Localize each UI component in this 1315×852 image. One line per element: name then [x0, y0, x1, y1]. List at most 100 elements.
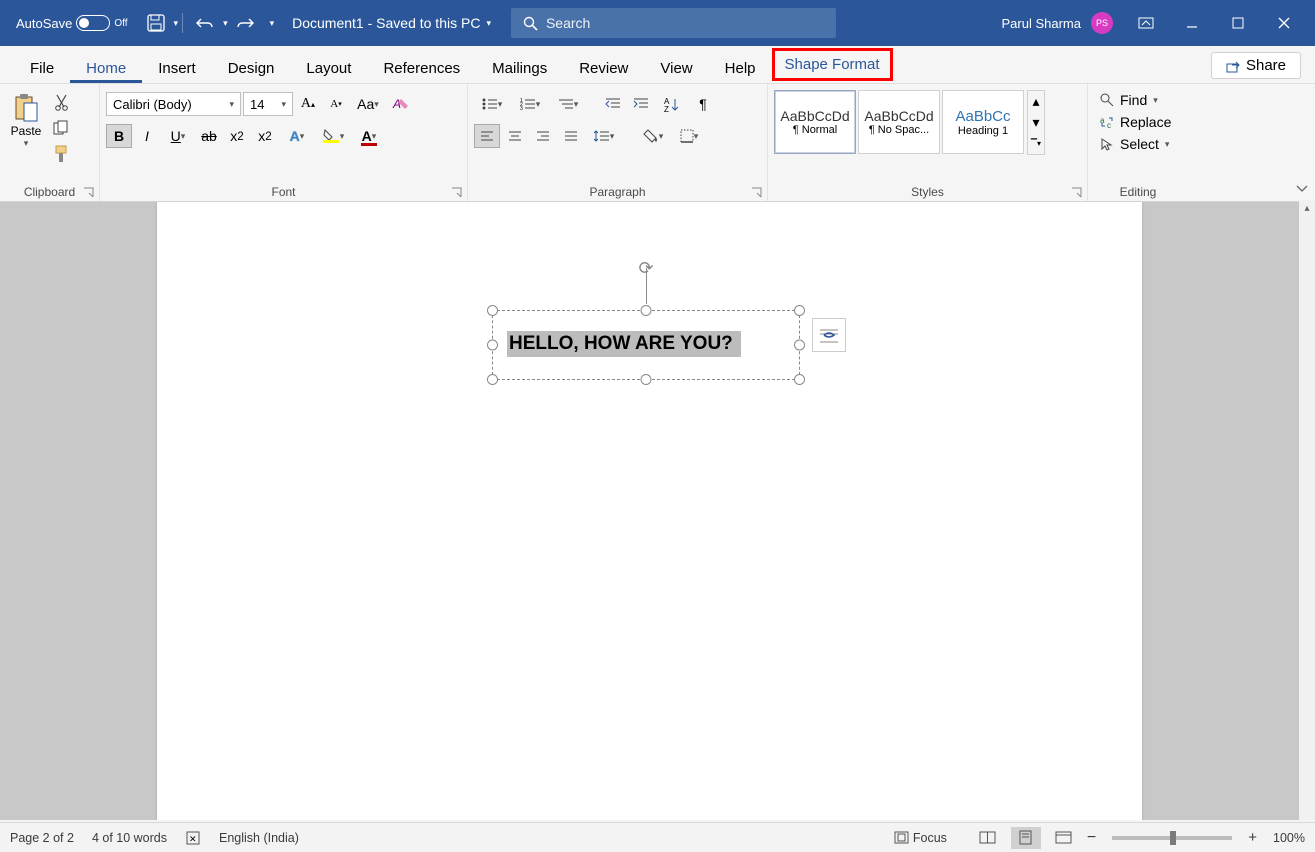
share-button[interactable]: Share: [1211, 52, 1301, 79]
numbering-icon[interactable]: 123▾: [512, 92, 548, 116]
styles-launcher-icon[interactable]: [1071, 187, 1083, 199]
layout-options-button[interactable]: [812, 318, 846, 352]
read-mode-icon[interactable]: [973, 827, 1003, 849]
underline-button[interactable]: U▾: [162, 124, 194, 148]
zoom-in-button[interactable]: +: [1248, 829, 1257, 846]
font-color-icon[interactable]: A▾: [352, 124, 386, 148]
focus-mode-button[interactable]: Focus: [894, 831, 947, 845]
replace-button[interactable]: ac Replace: [1094, 112, 1177, 132]
font-name-combo[interactable]: Calibri (Body)▾: [106, 92, 241, 116]
font-size-combo[interactable]: 14▾: [243, 92, 293, 116]
highlight-icon[interactable]: ▾: [316, 124, 350, 148]
shading-icon[interactable]: ▾: [636, 124, 670, 148]
tab-review[interactable]: Review: [563, 60, 644, 83]
search-input[interactable]: [546, 15, 806, 31]
search-box[interactable]: [511, 8, 836, 38]
zoom-out-button[interactable]: −: [1087, 829, 1096, 847]
tab-references[interactable]: References: [367, 60, 476, 83]
select-button[interactable]: Select▾: [1094, 134, 1175, 154]
resize-handle[interactable]: [641, 374, 652, 385]
resize-handle[interactable]: [641, 305, 652, 316]
shrink-font-icon[interactable]: A▾: [323, 92, 349, 116]
document-canvas[interactable]: [0, 202, 1300, 820]
ribbon-display-options-icon[interactable]: [1123, 0, 1169, 46]
bullets-icon[interactable]: ▾: [474, 92, 510, 116]
save-icon[interactable]: [140, 7, 172, 39]
vertical-scrollbar[interactable]: ▴: [1299, 200, 1315, 820]
resize-handle[interactable]: [794, 340, 805, 351]
decrease-indent-icon[interactable]: [600, 92, 626, 116]
copy-icon[interactable]: [48, 116, 74, 140]
find-button[interactable]: Find▾: [1094, 90, 1164, 110]
ribbon-tabs: File Home Insert Design Layout Reference…: [0, 46, 1315, 84]
show-hide-marks-icon[interactable]: ¶: [690, 92, 716, 116]
undo-icon[interactable]: [189, 7, 221, 39]
text-effects-icon[interactable]: A▾: [280, 124, 314, 148]
tab-file[interactable]: File: [14, 60, 70, 83]
language-indicator[interactable]: English (India): [219, 831, 299, 845]
align-right-icon[interactable]: [530, 124, 556, 148]
cut-icon[interactable]: [48, 90, 74, 114]
format-painter-icon[interactable]: [48, 142, 74, 166]
styles-scroll-up-icon[interactable]: ▴: [1028, 91, 1044, 112]
bold-button[interactable]: B: [106, 124, 132, 148]
scroll-up-icon[interactable]: ▴: [1299, 200, 1315, 216]
tab-view[interactable]: View: [644, 60, 708, 83]
tab-help[interactable]: Help: [709, 60, 772, 83]
spell-check-icon[interactable]: ✕: [185, 830, 201, 846]
align-center-icon[interactable]: [502, 124, 528, 148]
maximize-button[interactable]: [1215, 0, 1261, 46]
tab-shape-format[interactable]: Shape Format: [772, 48, 893, 81]
tab-insert[interactable]: Insert: [142, 60, 212, 83]
textbox-text[interactable]: HELLO, HOW ARE YOU?: [507, 331, 741, 357]
resize-handle[interactable]: [794, 305, 805, 316]
align-left-icon[interactable]: [474, 124, 500, 148]
styles-scroll-down-icon[interactable]: ▾: [1028, 112, 1044, 133]
word-count[interactable]: 4 of 10 words: [92, 831, 167, 845]
italic-button[interactable]: I: [134, 124, 160, 148]
font-launcher-icon[interactable]: [451, 187, 463, 199]
style-no-spacing[interactable]: AaBbCcDd ¶ No Spac...: [858, 90, 940, 154]
redo-icon[interactable]: [230, 7, 262, 39]
zoom-level[interactable]: 100%: [1273, 831, 1305, 845]
change-case-icon[interactable]: Aa▾: [351, 92, 385, 116]
zoom-slider[interactable]: [1112, 836, 1232, 840]
sort-icon[interactable]: AZ: [656, 92, 688, 116]
tab-mailings[interactable]: Mailings: [476, 60, 563, 83]
resize-handle[interactable]: [487, 340, 498, 351]
minimize-button[interactable]: [1169, 0, 1215, 46]
line-spacing-icon[interactable]: ▾: [586, 124, 622, 148]
close-button[interactable]: [1261, 0, 1307, 46]
rotation-handle-icon[interactable]: ⟳: [638, 258, 653, 279]
subscript-button[interactable]: x2: [224, 124, 250, 148]
style-label: ¶ Normal: [793, 124, 837, 136]
increase-indent-icon[interactable]: [628, 92, 654, 116]
justify-icon[interactable]: [558, 124, 584, 148]
clipboard-launcher-icon[interactable]: [83, 187, 95, 199]
borders-icon[interactable]: ▾: [672, 124, 706, 148]
style-heading-1[interactable]: AaBbCc Heading 1: [942, 90, 1024, 154]
collapse-ribbon-icon[interactable]: [1295, 184, 1309, 194]
strikethrough-button[interactable]: ab: [196, 124, 222, 148]
grow-font-icon[interactable]: A▴: [295, 92, 321, 116]
tab-home[interactable]: Home: [70, 60, 142, 83]
user-name[interactable]: Parul Sharma: [1002, 16, 1081, 31]
user-avatar[interactable]: PS: [1091, 12, 1113, 34]
superscript-button[interactable]: x2: [252, 124, 278, 148]
style-normal[interactable]: AaBbCcDd ¶ Normal: [774, 90, 856, 154]
print-layout-icon[interactable]: [1011, 827, 1041, 849]
styles-more-icon[interactable]: ▔▾: [1028, 133, 1044, 154]
multilevel-list-icon[interactable]: ▾: [550, 92, 586, 116]
tab-layout[interactable]: Layout: [290, 60, 367, 83]
autosave-toggle[interactable]: [76, 15, 110, 31]
resize-handle[interactable]: [487, 305, 498, 316]
resize-handle[interactable]: [794, 374, 805, 385]
clear-formatting-icon[interactable]: A: [387, 92, 413, 116]
page-indicator[interactable]: Page 2 of 2: [10, 831, 74, 845]
paste-button[interactable]: Paste ▾: [6, 88, 46, 149]
paragraph-launcher-icon[interactable]: [751, 187, 763, 199]
web-layout-icon[interactable]: [1049, 827, 1079, 849]
resize-handle[interactable]: [487, 374, 498, 385]
tab-design[interactable]: Design: [212, 60, 291, 83]
textbox-selection[interactable]: ⟳ HELLO, HOW ARE YOU?: [492, 310, 800, 380]
